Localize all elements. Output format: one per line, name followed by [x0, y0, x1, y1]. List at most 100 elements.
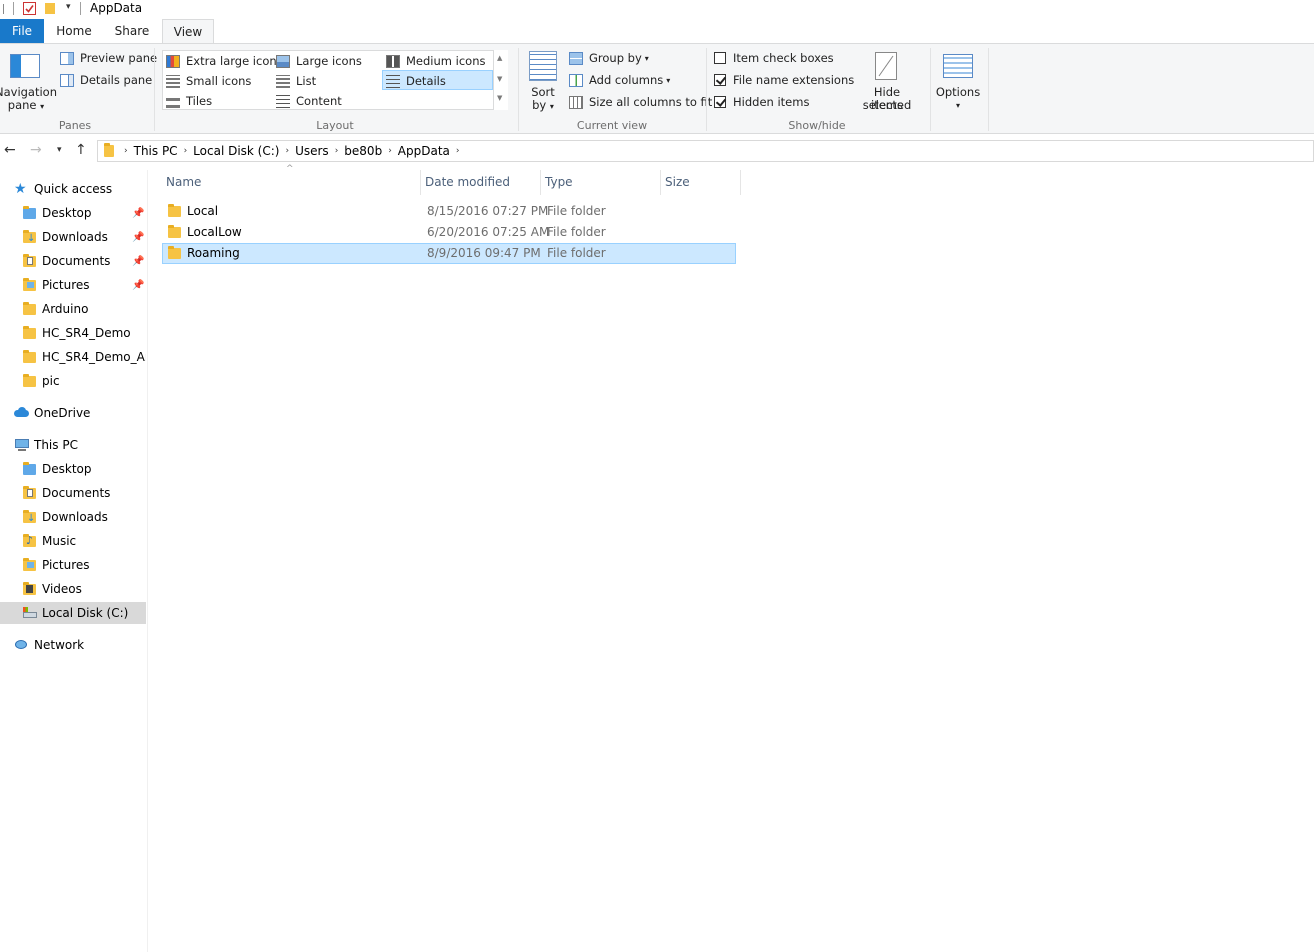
chevron-right-icon[interactable]: › — [335, 146, 339, 156]
column-header-date-modified[interactable]: Date modified — [421, 170, 541, 195]
file-row-selected[interactable]: Roaming 8/9/2016 09:47 PM File folder — [162, 243, 736, 264]
folder-icon — [168, 204, 181, 217]
layout-extra-large-icons[interactable]: Extra large icons — [166, 52, 283, 70]
preview-pane-button[interactable]: Preview pane — [60, 49, 157, 67]
pin-icon[interactable]: 📌 — [132, 232, 144, 243]
add-columns-button[interactable]: Add columns ▾ — [569, 71, 670, 89]
nav-pc-videos[interactable]: Videos — [0, 578, 146, 600]
layout-content[interactable]: Content — [276, 92, 342, 110]
nav-pc-local-disk[interactable]: Local Disk (C:) — [0, 602, 146, 624]
pin-icon[interactable]: 📌 — [132, 208, 144, 219]
recent-locations-button[interactable]: ▾ — [57, 145, 62, 155]
file-row[interactable]: LocalLow 6/20/2016 07:25 AM File folder — [162, 222, 736, 243]
customize-toolbar-icon[interactable]: ▾ — [66, 2, 71, 12]
file-name-extensions-toggle[interactable]: File name extensions — [714, 71, 854, 89]
breadcrumb-user[interactable]: be80b — [344, 144, 382, 158]
expand-gallery-icon[interactable]: ▼ — [497, 94, 502, 102]
column-header-type[interactable]: Type — [541, 170, 661, 195]
scroll-down-icon[interactable]: ▼ — [497, 75, 502, 83]
nav-label: Downloads — [42, 230, 108, 244]
tab-view[interactable]: View — [162, 19, 214, 44]
properties-icon[interactable] — [23, 2, 36, 15]
layout-large-icons[interactable]: Large icons — [276, 52, 362, 70]
layout-medium-icons[interactable]: Medium icons — [386, 52, 485, 70]
nav-quick-documents[interactable]: Documents 📌 — [0, 250, 146, 272]
pin-icon[interactable]: 📌 — [132, 280, 144, 291]
layout-label: Large icons — [296, 54, 362, 68]
group-by-button[interactable]: Group by ▾ — [569, 49, 649, 67]
chevron-right-icon[interactable]: › — [124, 146, 128, 156]
group-label-panes: Panes — [58, 119, 92, 132]
layout-tiles[interactable]: Tiles — [166, 92, 212, 110]
nav-pc-downloads[interactable]: ↓ Downloads — [0, 506, 146, 528]
folder-icon — [168, 246, 181, 259]
column-header-size[interactable]: Size — [661, 170, 741, 195]
layout-list[interactable]: List — [276, 72, 316, 90]
tab-share[interactable]: Share — [108, 19, 156, 43]
hidden-items-checkbox[interactable] — [714, 96, 726, 108]
chevron-right-icon[interactable]: › — [285, 146, 289, 156]
nav-this-pc[interactable]: This PC — [0, 434, 146, 456]
new-folder-icon[interactable] — [45, 3, 55, 14]
details-pane-icon — [60, 73, 74, 87]
forward-button[interactable]: → — [30, 142, 42, 158]
group-label-show-hide: Show/hide — [788, 119, 846, 132]
up-button[interactable]: ↑ — [75, 142, 87, 158]
navigation-pane-button[interactable]: Navigation pane ▾ — [0, 48, 57, 114]
folder-icon — [168, 225, 181, 238]
nav-pc-music[interactable]: ♪ Music — [0, 530, 146, 552]
videos-folder-icon — [22, 582, 38, 596]
tab-home[interactable]: Home — [52, 19, 96, 43]
hide-selected-items-button[interactable]: Hide selected items — [848, 48, 926, 114]
nav-quick-hc-sr4-demo-ard[interactable]: HC_SR4_Demo_Ard — [0, 346, 146, 368]
breadcrumb-this-pc[interactable]: This PC — [134, 144, 178, 158]
options-button[interactable]: Options ▾ — [934, 48, 982, 114]
nav-network[interactable]: Network — [0, 634, 146, 656]
layout-label: Tiles — [186, 94, 213, 108]
nav-quick-arduino[interactable]: Arduino — [0, 298, 146, 320]
nav-quick-hc-sr4-demo[interactable]: HC_SR4_Demo — [0, 322, 146, 344]
file-name-extensions-checkbox[interactable] — [714, 74, 726, 86]
nav-label: HC_SR4_Demo_Ard — [42, 350, 146, 364]
tab-file[interactable]: File — [0, 19, 44, 43]
layout-gallery-scroll[interactable]: ▲ ▼ ▼ — [493, 50, 508, 110]
sort-by-button[interactable]: Sort by ▾ — [524, 48, 562, 114]
breadcrumb-appdata[interactable]: AppData — [398, 144, 450, 158]
pin-icon[interactable]: 📌 — [132, 256, 144, 267]
item-check-boxes-checkbox[interactable] — [714, 52, 726, 64]
column-header-name[interactable]: Name — [162, 170, 421, 195]
large-icons-icon — [276, 54, 290, 68]
address-bar[interactable]: › This PC › Local Disk (C:) › Users › be… — [97, 140, 1314, 162]
file-row[interactable]: Local 8/15/2016 07:27 PM File folder — [162, 201, 736, 222]
nav-pc-documents[interactable]: Documents — [0, 482, 146, 504]
hidden-items-toggle[interactable]: Hidden items — [714, 93, 809, 111]
nav-onedrive[interactable]: OneDrive — [0, 402, 146, 424]
nav-quick-pictures[interactable]: Pictures 📌 — [0, 274, 146, 296]
group-separator — [518, 48, 519, 131]
breadcrumb-users[interactable]: Users — [295, 144, 329, 158]
item-check-boxes-toggle[interactable]: Item check boxes — [714, 49, 834, 67]
chevron-right-icon[interactable]: › — [388, 146, 392, 156]
hide-selected-label-2: items — [871, 98, 903, 112]
group-separator — [706, 48, 707, 131]
layout-details[interactable]: Details — [386, 72, 446, 90]
file-list: ^ Name Date modified Type Size Local 8/1… — [162, 164, 1314, 952]
breadcrumb-local-disk[interactable]: Local Disk (C:) — [193, 144, 279, 158]
nav-quick-desktop[interactable]: Desktop 📌 — [0, 202, 146, 224]
scroll-up-icon[interactable]: ▲ — [497, 54, 502, 62]
list-icon — [276, 74, 290, 88]
layout-label: Medium icons — [406, 54, 486, 68]
layout-small-icons[interactable]: Small icons — [166, 72, 251, 90]
size-all-columns-button[interactable]: Size all columns to fit — [569, 93, 712, 111]
nav-label: Local Disk (C:) — [42, 606, 129, 620]
chevron-right-icon[interactable]: › — [456, 146, 460, 156]
back-button[interactable]: ← — [4, 142, 16, 158]
file-type: File folder — [547, 246, 606, 260]
nav-pc-pictures[interactable]: Pictures — [0, 554, 146, 576]
chevron-right-icon[interactable]: › — [184, 146, 188, 156]
details-pane-button[interactable]: Details pane — [60, 71, 152, 89]
nav-quick-downloads[interactable]: ↓ Downloads 📌 — [0, 226, 146, 248]
nav-quick-pic[interactable]: pic — [0, 370, 146, 392]
nav-pc-desktop[interactable]: Desktop — [0, 458, 146, 480]
nav-quick-access[interactable]: ★ Quick access — [0, 178, 146, 200]
